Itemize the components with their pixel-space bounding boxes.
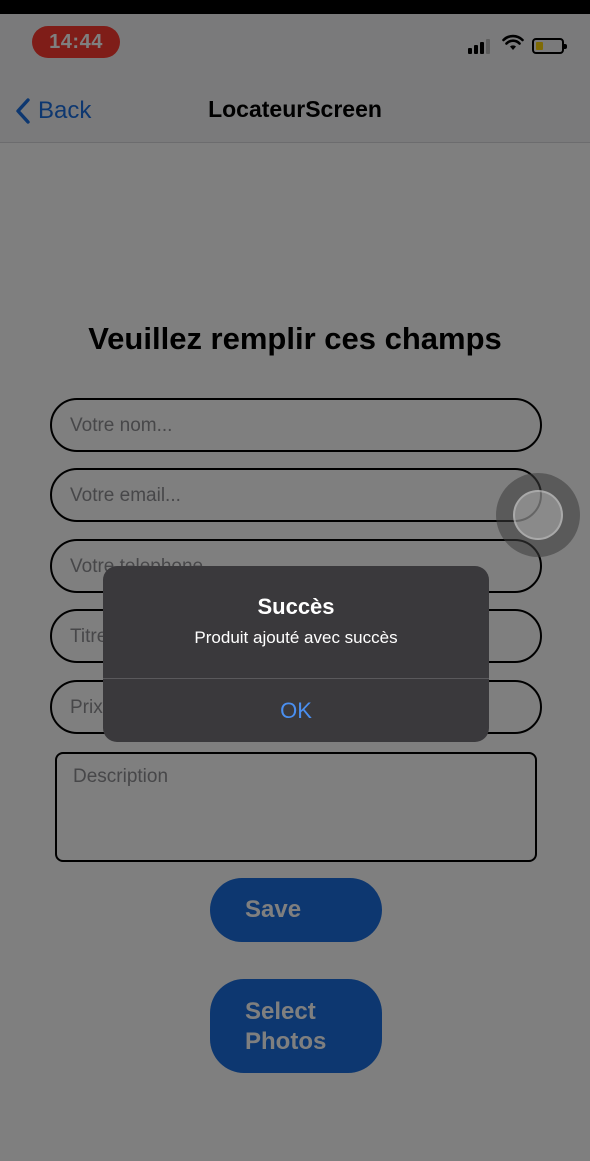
alert-title: Succès (257, 594, 335, 619)
success-alert: Succès Produit ajouté avec succès OK (103, 566, 489, 742)
touch-indicator (496, 473, 580, 557)
alert-message: Produit ajouté avec succès (194, 628, 398, 647)
top-edge (0, 0, 590, 14)
app-screen: 14:44 Back LocateurScreen Veuillez rempl… (0, 0, 590, 1161)
alert-ok-button[interactable]: OK (103, 679, 489, 742)
